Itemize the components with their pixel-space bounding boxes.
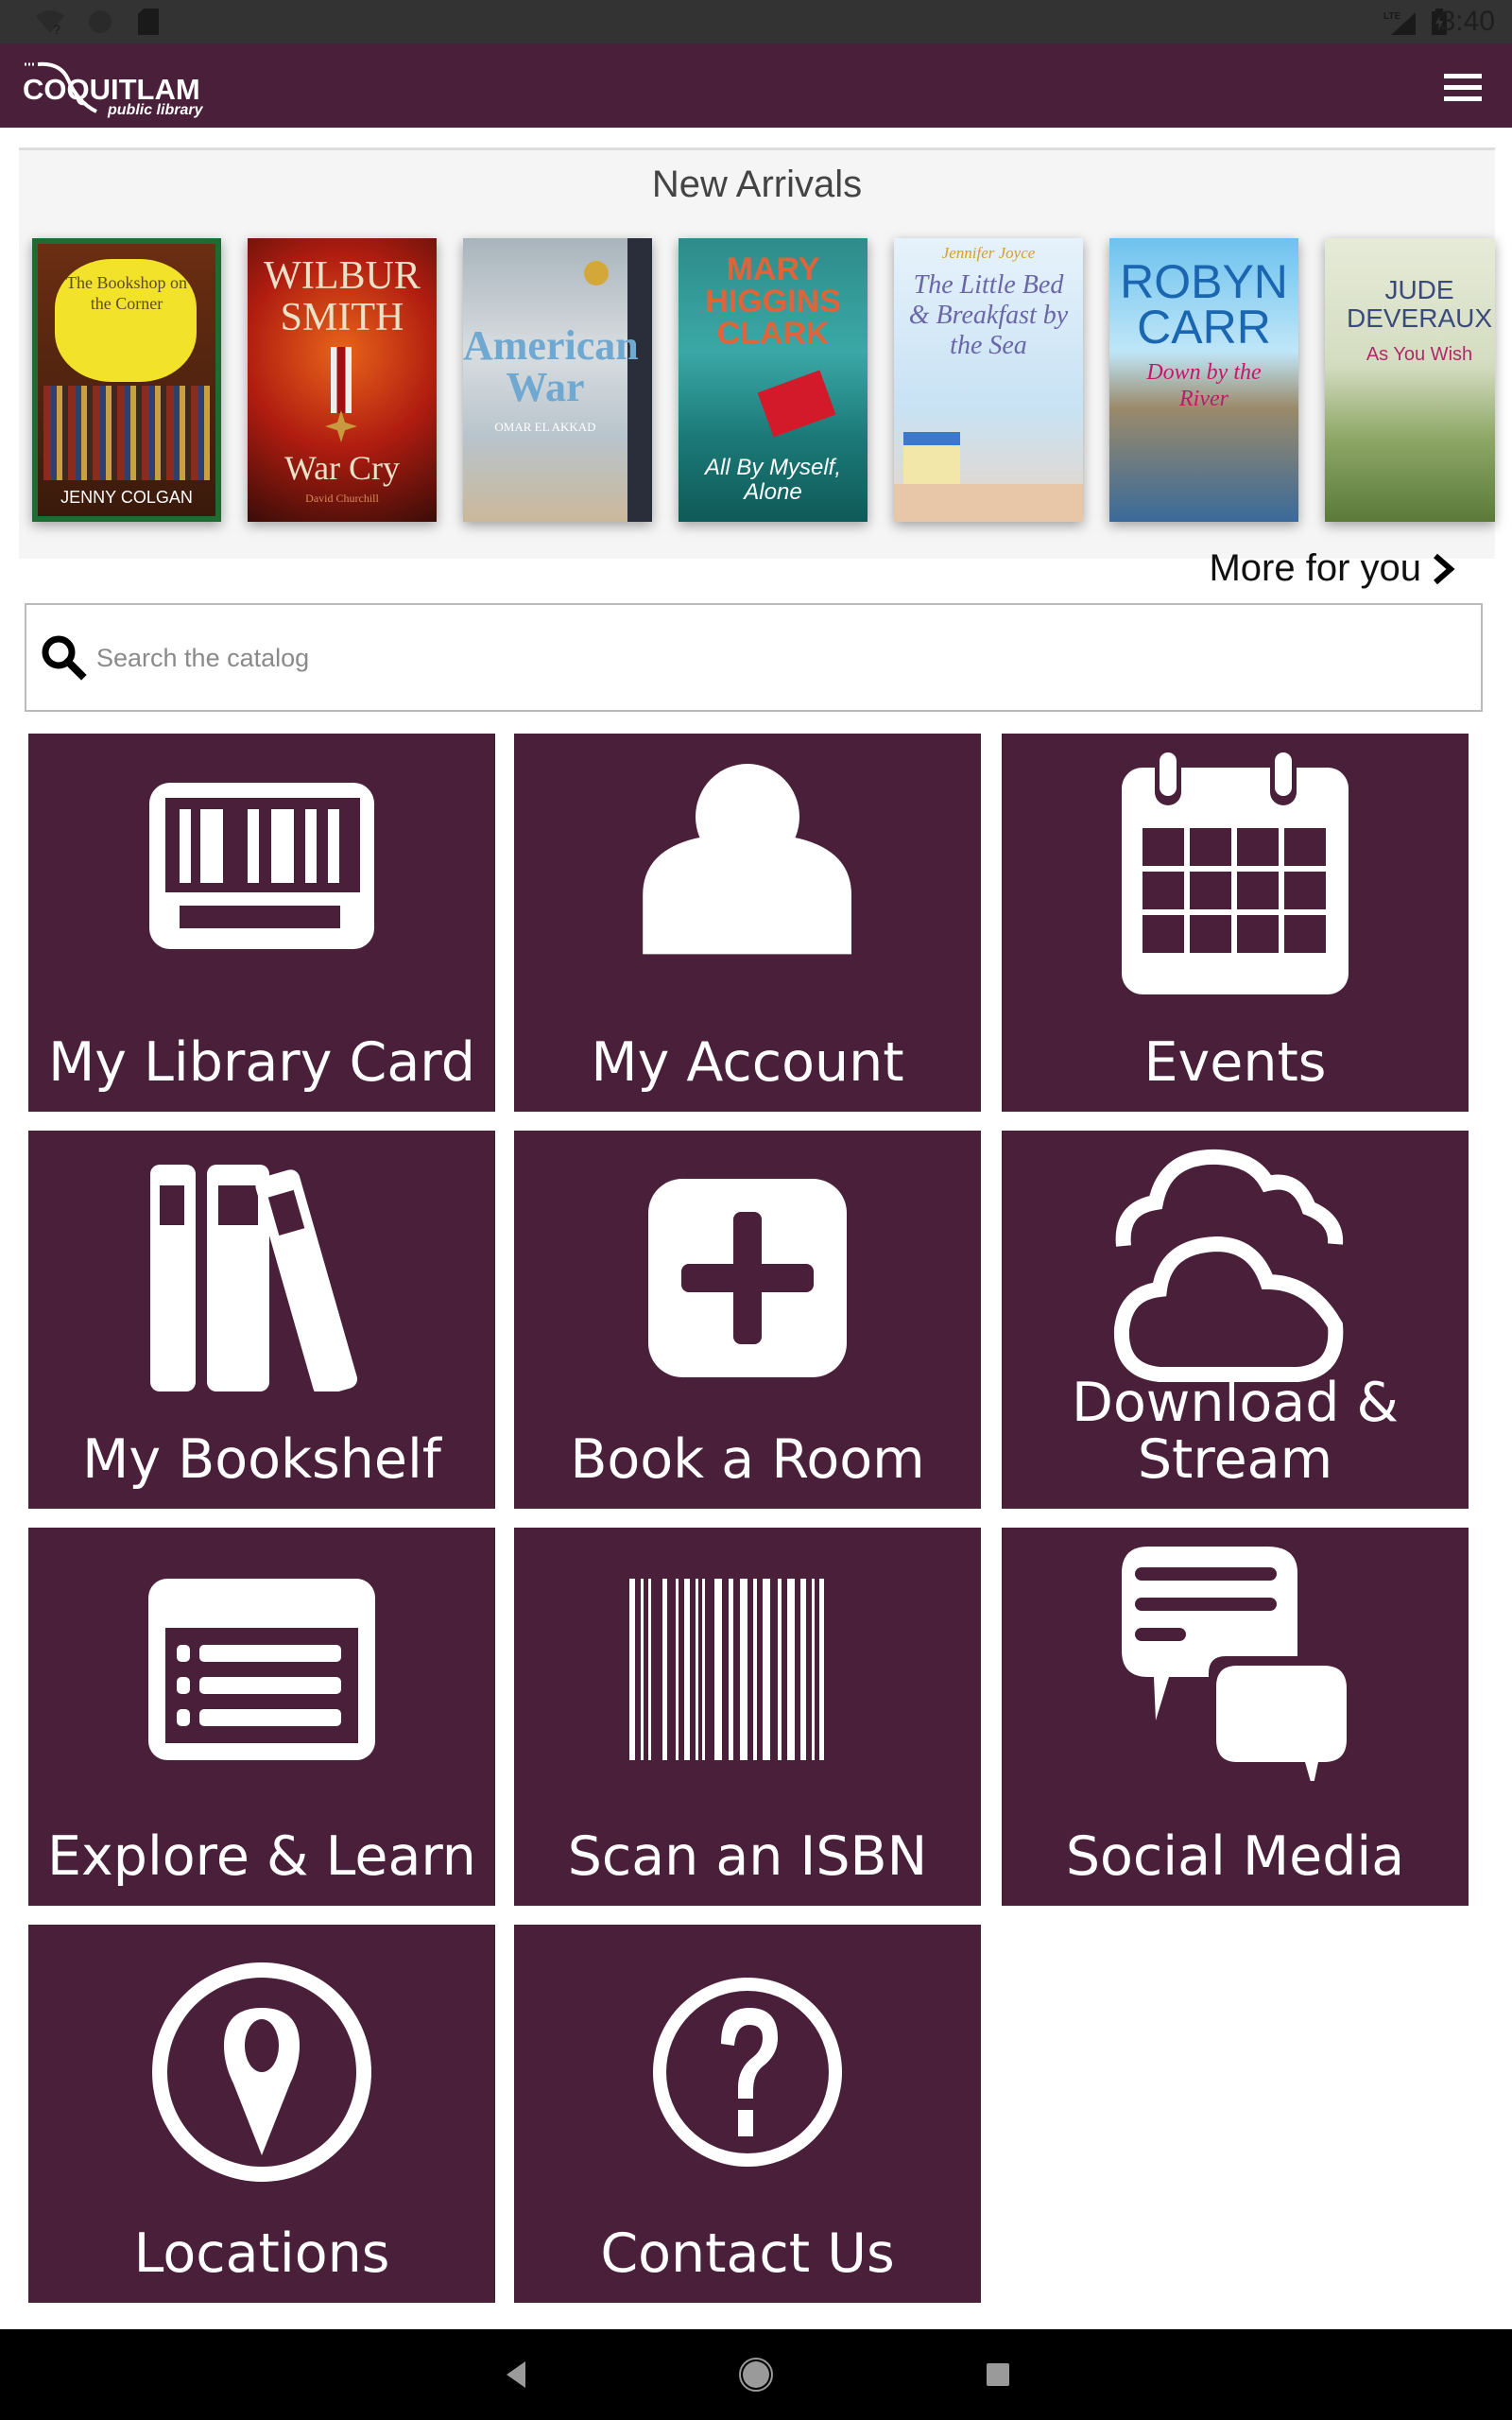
new-arrivals-carousel: New Arrivals The Bookshop on the Corner … (19, 147, 1495, 589)
chevron-right-icon (1434, 553, 1455, 584)
book-author: MARY HIGGINS CLARK (705, 251, 841, 352)
chat-bubbles-icon (1122, 1547, 1347, 1781)
barcode-icon (629, 1579, 824, 1760)
book-cover[interactable]: ROBYN CARR Down by the River (1109, 238, 1298, 522)
book-cover[interactable]: MARY HIGGINS CLARK All By Myself, Alone (679, 238, 868, 522)
catalog-search-box (25, 603, 1483, 712)
system-nav-bar (0, 2329, 1512, 2420)
question-circle-icon (653, 1978, 842, 2167)
tile-contact-us[interactable]: Contact Us (514, 1925, 981, 2303)
data-saver-icon (89, 10, 112, 33)
tile-label: Download & Stream (1072, 1372, 1399, 1491)
tile-my-account[interactable]: My Account (514, 734, 981, 1112)
book-cover[interactable]: The Bookshop on the Corner JENNY COLGAN (32, 238, 221, 522)
book-title: All By Myself, Alone (704, 455, 842, 505)
tile-label: My Bookshelf (82, 1428, 441, 1491)
tile-explore-learn[interactable]: Explore & Learn (28, 1528, 495, 1906)
lte-signal-icon: LTE (1383, 11, 1416, 35)
status-bar: ? LTE 3:40 (0, 0, 1512, 43)
book-title: The Little Bed & Breakfast by the Sea (908, 270, 1069, 360)
tile-label: Contact Us (600, 2222, 895, 2285)
tile-events[interactable]: Events (1002, 734, 1469, 1112)
tile-label: Explore & Learn (47, 1825, 476, 1888)
book-author: OMAR EL AKKAD (494, 420, 596, 434)
status-time: 3:40 (1439, 6, 1495, 37)
book-title: As You Wish (1366, 344, 1473, 365)
cloud-icon (1113, 1149, 1344, 1382)
search-icon[interactable] (40, 633, 87, 681)
tile-download-stream[interactable]: Download & Stream (1002, 1131, 1469, 1509)
book-coauthor: David Churchill (305, 492, 379, 505)
book-cover[interactable]: JUDE DEVERAUX As You Wish (1325, 238, 1495, 522)
book-author: WILBUR SMITH (264, 254, 421, 339)
tile-label: Locations (133, 2222, 390, 2285)
svg-text:?: ? (53, 22, 60, 35)
book-author: JUDE DEVERAUX (1346, 275, 1493, 333)
plus-square-icon (648, 1179, 847, 1377)
tile-book-a-room[interactable]: Book a Room (514, 1131, 981, 1509)
nav-recents-button[interactable] (979, 2356, 1017, 2394)
catalog-search-input[interactable] (94, 605, 1459, 712)
nav-back-button[interactable] (499, 2356, 537, 2394)
tile-locations[interactable]: Locations (28, 1925, 495, 2303)
user-icon (643, 764, 851, 955)
hamburger-menu-icon (1444, 74, 1482, 78)
book-title: Down by the River (1146, 360, 1262, 411)
book-author: Jennifer Joyce (941, 244, 1036, 262)
tile-social-media[interactable]: Social Media (1002, 1528, 1469, 1906)
tile-my-library-card[interactable]: My Library Card (28, 734, 495, 1112)
recents-icon (987, 2363, 1009, 2386)
book-cover[interactable]: American War OMAR EL AKKAD (463, 238, 652, 522)
back-icon (507, 2361, 525, 2388)
list-card-icon (148, 1579, 375, 1760)
book-title: War Cry (284, 449, 401, 487)
library-card-icon (149, 783, 374, 949)
calendar-icon (1122, 749, 1349, 994)
sd-card-icon (138, 9, 159, 35)
tile-scan-isbn[interactable]: Scan an ISBN (514, 1528, 981, 1906)
book-title: American War (463, 322, 639, 410)
nav-home-button[interactable] (737, 2356, 775, 2394)
book-cover[interactable]: WILBUR SMITH War Cry David Churchill (248, 238, 437, 522)
book-title: The Bookshop on the Corner (66, 273, 187, 313)
tile-label: My Library Card (48, 1031, 475, 1094)
book-author: JENNY COLGAN (60, 488, 193, 507)
new-arrivals-title: New Arrivals (651, 164, 863, 205)
more-for-you-link[interactable]: More for you (1209, 547, 1455, 590)
logo-sub-text: public library (108, 102, 203, 118)
tile-label: Events (1143, 1031, 1327, 1094)
tile-label: My Account (591, 1031, 904, 1094)
wifi-unknown-icon: ? (36, 10, 64, 35)
tile-label: Social Media (1065, 1825, 1405, 1888)
book-cover[interactable]: Jennifer Joyce The Little Bed & Breakfas… (894, 238, 1083, 522)
tile-label: Book a Room (570, 1428, 925, 1491)
more-for-you-label: More for you (1209, 547, 1421, 589)
tile-label: Scan an ISBN (567, 1825, 928, 1888)
map-pin-icon (152, 1962, 371, 2182)
svg-text:LTE: LTE (1383, 11, 1400, 22)
library-logo[interactable]: COQUITLAM public library (23, 60, 212, 118)
bookshelf-icon (150, 1165, 358, 1392)
app-header: COQUITLAM public library (0, 43, 1512, 128)
hamburger-menu-button[interactable] (1436, 64, 1489, 108)
book-author: ROBYN CARR (1120, 255, 1288, 354)
tile-my-bookshelf[interactable]: My Bookshelf (28, 1131, 495, 1509)
